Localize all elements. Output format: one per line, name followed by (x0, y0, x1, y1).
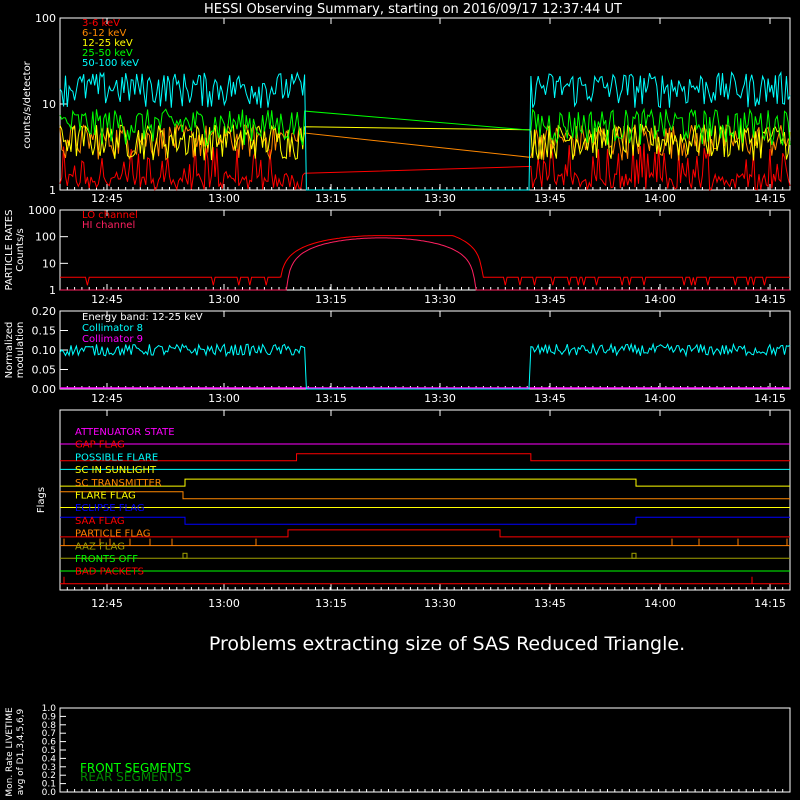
modulation-y-tick-label: 0.00 (32, 383, 57, 396)
flags-panel-xtick-label: 13:15 (315, 597, 347, 610)
livetime-y-label: Mon. Rate LIVETIME avg of D1,3,4,5,6,9 (5, 707, 26, 797)
flags-panel-xtick-label: 13:30 (424, 597, 456, 610)
modulation-legend-item: Collimator 8 (82, 323, 143, 334)
flags-panel-xtick-label: 13:45 (534, 597, 566, 610)
flag-line (60, 529, 790, 538)
flag-label: ECLIPSE FLAG (75, 503, 145, 514)
flag-line (60, 478, 790, 487)
count-legend-item: 50-100 keV (82, 58, 139, 69)
count-panel-xtick-label: 13:00 (208, 192, 240, 205)
flags-panel-xtick-label: 14:15 (754, 597, 786, 610)
modulation-panel-xtick-label: 13:00 (208, 392, 240, 405)
flag-label: PARTICLE FLAG (75, 529, 151, 540)
particle-y-tick-label: 10 (42, 257, 56, 270)
flag-spike (631, 552, 637, 559)
particle-panel-xtick-label: 14:15 (754, 293, 786, 306)
modulation-y-label-line: modulation (15, 322, 26, 379)
particle-panel-xtick-label: 12:45 (91, 293, 123, 306)
particle-panel-xtick-label: 13:00 (208, 293, 240, 306)
particle-panel-xtick-label: 14:00 (644, 293, 676, 306)
flag-label: BAD PACKETS (75, 567, 144, 578)
count-panel-frame (59, 17, 791, 191)
modulation-annotation: Energy band: 12-25 keV (82, 312, 203, 323)
flags-y-label: Flags (36, 487, 47, 513)
flag-label: SAA FLAG (75, 516, 125, 527)
particle-y-label-line: Counts/s (15, 228, 26, 272)
count-y-label: counts/s/detector (22, 60, 33, 148)
modulation-legend-item: Collimator 9 (82, 334, 143, 345)
chart-title: HESSI Observing Summary, starting on 201… (204, 2, 622, 17)
particle-y-tick-label: 1 (49, 284, 56, 297)
flag-label: SC IN SUNLIGHT (75, 465, 157, 476)
flag-line (60, 491, 790, 500)
count-panel-xtick-label: 12:45 (91, 192, 123, 205)
count-panel-xtick-label: 13:45 (534, 192, 566, 205)
flags-panel-xtick-label: 12:45 (91, 597, 123, 610)
modulation-y-tick-label: 0.20 (32, 305, 57, 318)
modulation-panel-xtick-label: 14:00 (644, 392, 676, 405)
flag-label: FRONTS OFF (75, 554, 138, 565)
flag-label: FLARE FLAG (75, 491, 136, 502)
modulation-y-tick-label: 0.10 (32, 344, 57, 357)
livetime-legend-item: REAR SEGMENTS (80, 770, 183, 784)
flag-line (60, 453, 790, 462)
particle-y-tick-label: 1000 (28, 204, 56, 217)
modulation-series-line (59, 342, 791, 390)
flag-label: GAP FLAG (75, 440, 125, 451)
count-y-tick-label: 1 (49, 184, 56, 197)
particle-y-label: PARTICLE RATES Counts/s (4, 210, 26, 291)
modulation-y-label: Normalized modulation (4, 322, 26, 379)
count-series-line (59, 143, 791, 192)
flag-label: AAZ FLAG (75, 541, 125, 552)
count-y-tick-label: 10 (42, 98, 56, 111)
particle-series-line (60, 237, 790, 291)
modulation-y-label-line: Normalized (4, 322, 15, 379)
count-panel-xtick-label: 13:30 (424, 192, 456, 205)
count-y-tick-label: 100 (35, 12, 56, 25)
modulation-y-tick-label: 0.15 (32, 325, 57, 338)
livetime-y-label-line: Mon. Rate LIVETIME (5, 707, 15, 797)
count-panel-xtick-label: 14:15 (754, 192, 786, 205)
flag-line (60, 516, 790, 525)
particle-legend-item: HI channel (82, 220, 135, 231)
particle-series-line (60, 235, 790, 286)
flag-label: ATTENUATOR STATE (75, 427, 175, 438)
particle-y-label-line: PARTICLE RATES (4, 210, 15, 291)
flags-panel-xtick-label: 13:00 (208, 597, 240, 610)
status-message: Problems extracting size of SAS Reduced … (209, 633, 685, 655)
flag-label: SC TRANSMITTER (75, 478, 162, 489)
count-panel-xtick-label: 13:15 (315, 192, 347, 205)
particle-panel-xtick-label: 13:45 (534, 293, 566, 306)
count-panel-xtick-label: 14:00 (644, 192, 676, 205)
flag-label: POSSIBLE FLARE (75, 452, 158, 463)
livetime-y-tick-label: 1.0 (42, 704, 57, 714)
modulation-panel-xtick-label: 12:45 (91, 392, 123, 405)
plot-area: 12:45 13:00 13:15 13:30 13:45 14:00 14:1511010… (4, 12, 791, 798)
flag-spike (182, 552, 188, 559)
modulation-panel-xtick-label: 13:45 (534, 392, 566, 405)
particle-y-tick-label: 100 (35, 231, 56, 244)
flags-y-label-line: Flags (36, 487, 47, 513)
flags-panel-xtick-label: 14:00 (644, 597, 676, 610)
particle-panel-frame (59, 209, 791, 291)
count-y-label-line: counts/s/detector (22, 60, 33, 148)
modulation-y-tick-label: 0.05 (32, 364, 57, 377)
hessi-summary-canvas: HESSI Observing Summary, starting on 201… (4, 2, 791, 798)
modulation-panel-xtick-label: 14:15 (754, 392, 786, 405)
modulation-panel-xtick-label: 13:30 (424, 392, 456, 405)
modulation-panel-xtick-label: 13:15 (315, 392, 347, 405)
particle-panel-xtick-label: 13:15 (315, 293, 347, 306)
particle-panel-xtick-label: 13:30 (424, 293, 456, 306)
livetime-y-label-line: avg of D1,3,4,5,6,9 (16, 708, 26, 795)
